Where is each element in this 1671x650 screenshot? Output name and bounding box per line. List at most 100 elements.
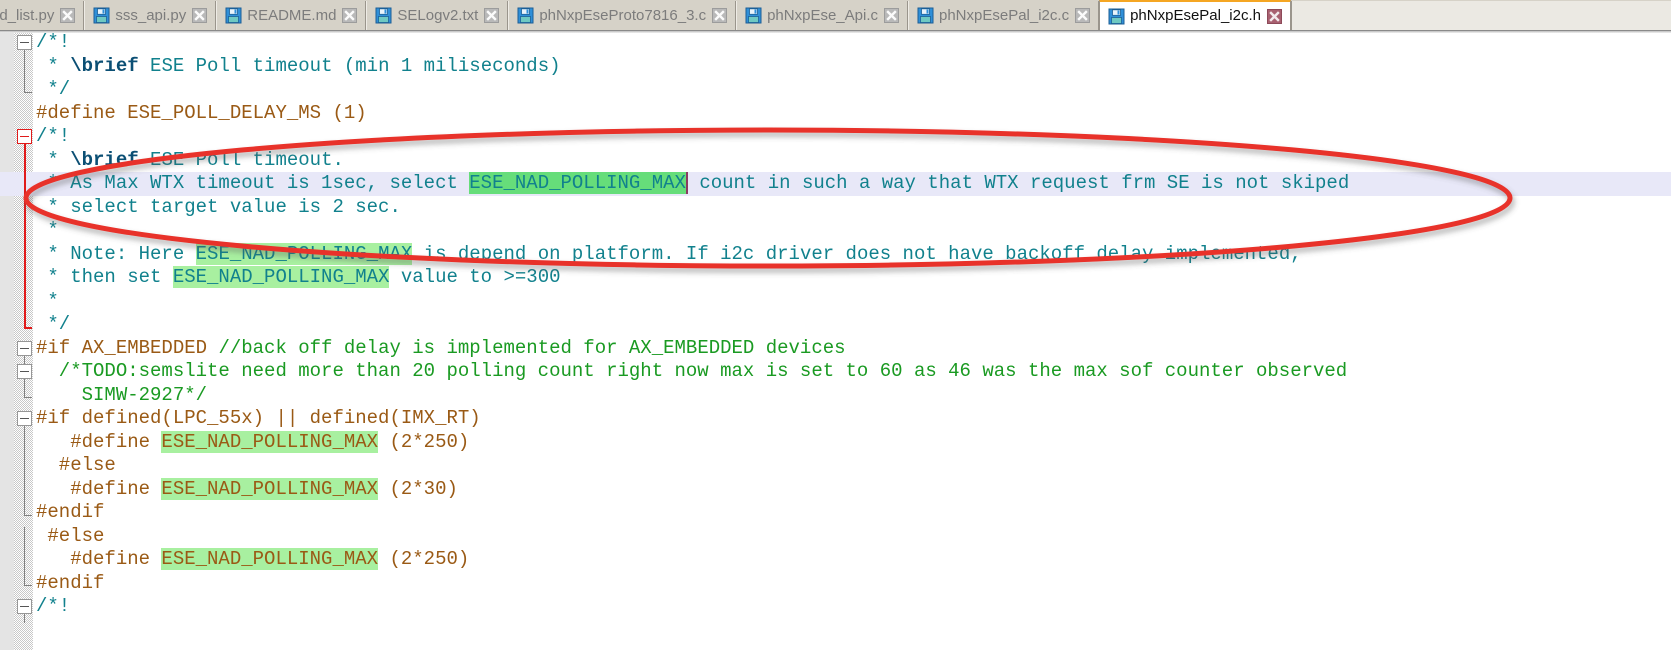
editor-tab-phnxpese-api-c[interactable]: phNxpEse_Api.c — [736, 1, 908, 30]
fold-end-marker — [24, 514, 32, 516]
code-token: #define ESE_POLL_DELAY_MS (1) — [36, 101, 367, 124]
code-line[interactable]: #if AX_EMBEDDED //back off delay is impl… — [33, 337, 1671, 361]
fold-toggle-icon[interactable] — [17, 364, 32, 379]
editor-tab-bar[interactable]: id_list.py sss_api.py README.md SELogv2.txt… — [0, 0, 1671, 31]
fold-guide-line — [24, 56, 25, 80]
code-line[interactable]: #define ESE_NAD_POLLING_MAX (2*250) — [33, 430, 1671, 455]
code-line[interactable]: #define ESE_POLL_DELAY_MS (1) — [33, 102, 1671, 126]
code-token: /*! — [36, 595, 71, 617]
fold-toggle-icon[interactable] — [17, 35, 32, 50]
code-line[interactable]: /*! — [33, 31, 1671, 55]
code-token: #define — [36, 430, 162, 453]
code-line[interactable]: #endif — [33, 572, 1671, 596]
code-token: * — [36, 54, 71, 77]
fold-guide-line — [24, 244, 26, 268]
editor-tab-label: id_list.py — [0, 6, 55, 24]
close-icon[interactable] — [1266, 8, 1283, 25]
close-icon[interactable] — [1074, 7, 1091, 24]
fold-end-marker — [24, 397, 32, 399]
code-token: #define — [36, 477, 162, 500]
close-icon[interactable] — [883, 7, 900, 24]
code-token: \brief — [70, 148, 139, 171]
code-line[interactable]: #else — [33, 525, 1671, 549]
code-token: * Note: Here — [36, 242, 196, 265]
fold-end-marker — [24, 326, 32, 329]
code-line[interactable]: */ — [33, 78, 1671, 102]
fold-toggle-icon[interactable] — [17, 411, 32, 426]
code-editor[interactable]: /*! * \brief ESE Poll timeout (min 1 mil… — [0, 31, 1671, 650]
code-token: ESE Poll timeout (min 1 miliseconds) — [138, 54, 561, 77]
code-line[interactable]: #endif — [33, 501, 1671, 525]
fold-guide-line — [24, 315, 26, 327]
code-token: is depend on platform. If i2c driver doe… — [412, 242, 1302, 265]
code-line[interactable]: #else — [33, 454, 1671, 478]
fold-end-marker — [24, 585, 32, 587]
editor-tab-label: phNxpEsePal_i2c.c — [939, 6, 1070, 24]
code-token: * — [36, 219, 59, 241]
editor-tab-id-list-py[interactable]: id_list.py — [0, 1, 85, 30]
close-icon[interactable] — [191, 7, 208, 24]
code-token: //back off delay is implemented for AX_E… — [218, 336, 846, 359]
highlighted-symbol: ESE_NAD_POLLING_MAX — [161, 548, 379, 570]
fold-guide-line — [24, 150, 26, 174]
code-line[interactable]: #if defined(LPC_55x) || defined(IMX_RT) — [33, 407, 1671, 431]
code-line[interactable]: * then set ESE_NAD_POLLING_MAX value to … — [33, 266, 1671, 290]
fold-guide-line — [24, 456, 25, 480]
editor-tab-label: phNxpEse_Api.c — [767, 6, 878, 24]
code-line[interactable]: * Note: Here ESE_NAD_POLLING_MAX is depe… — [33, 242, 1671, 267]
fold-guide-line — [24, 526, 25, 550]
floppy-disk-icon — [225, 7, 242, 24]
highlighted-symbol: ESE_NAD_POLLING_MAX — [161, 430, 379, 453]
editor-tab-phnxpeseproto7816-3-c[interactable]: phNxpEseProto7816_3.c — [508, 1, 737, 30]
code-line[interactable]: * — [33, 219, 1671, 243]
fold-guide-line — [24, 503, 25, 515]
editor-tab-label: phNxpEsePal_i2c.h — [1130, 7, 1261, 24]
code-line[interactable]: * \brief ESE Poll timeout (min 1 milisec… — [33, 55, 1671, 79]
fold-guide-line — [24, 355, 25, 364]
editor-tab-readme-md[interactable]: README.md — [216, 1, 367, 30]
code-line[interactable]: * \brief ESE Poll timeout. — [33, 149, 1671, 173]
editor-tab-phnxpesepal-i2c-c[interactable]: phNxpEsePal_i2c.c — [908, 1, 1100, 30]
code-line[interactable]: * select target value is 2 sec. — [33, 196, 1671, 220]
code-line[interactable]: #define ESE_NAD_POLLING_MAX (2*250) — [33, 548, 1671, 572]
close-icon[interactable] — [483, 7, 500, 24]
editor-selection-margin[interactable] — [0, 31, 14, 650]
editor-tab-sss-api-py[interactable]: sss_api.py — [84, 1, 217, 30]
floppy-disk-icon — [517, 7, 534, 24]
code-text-area[interactable]: /*! * \brief ESE Poll timeout (min 1 mil… — [0, 31, 1671, 650]
editor-tab-phnxpesepal-i2c-h[interactable]: phNxpEsePal_i2c.h — [1099, 0, 1291, 30]
code-line[interactable]: */ — [33, 313, 1671, 337]
code-line[interactable]: #define ESE_NAD_POLLING_MAX (2*30) — [33, 477, 1671, 502]
close-icon[interactable] — [341, 7, 358, 24]
code-line[interactable]: * — [33, 290, 1671, 314]
code-line[interactable]: /*! — [33, 595, 1671, 619]
code-line[interactable]: SIMW-2927*/ — [33, 384, 1671, 408]
code-token: #if AX_EMBEDDED — [36, 336, 219, 359]
fold-toggle-icon[interactable] — [17, 340, 32, 356]
code-token: \brief — [70, 54, 139, 77]
code-line-current[interactable]: * As Max WTX timeout is 1sec, select ESE… — [0, 172, 1671, 196]
code-token: * As Max WTX timeout is 1sec, select — [36, 172, 470, 194]
code-line[interactable]: /*TODO:semslite need more than 20 pollin… — [33, 360, 1671, 384]
fold-guide-line — [24, 479, 25, 503]
fold-toggle-icon[interactable] — [17, 129, 32, 144]
code-token: #else — [36, 524, 105, 547]
fold-toggle-icon[interactable] — [17, 599, 32, 614]
code-token: /*! — [36, 31, 71, 53]
code-token: (2*250) — [378, 548, 470, 570]
highlighted-symbol: ESE_NAD_POLLING_MAX — [469, 172, 688, 194]
fold-guide-line — [24, 80, 25, 92]
code-token: ESE Poll timeout. — [138, 148, 344, 171]
editor-tab-selogv2-txt[interactable]: SELogv2.txt — [366, 1, 509, 30]
code-token: /*! — [36, 125, 71, 147]
code-token: #else — [36, 454, 116, 476]
code-token: #endif — [36, 501, 105, 523]
close-icon[interactable] — [711, 7, 728, 24]
code-line[interactable]: /*! — [33, 125, 1671, 149]
fold-guide-line — [24, 174, 26, 198]
code-token: count in such a way that WTX request frm… — [687, 172, 1350, 194]
code-token: * select target value is 2 sec. — [36, 195, 401, 218]
close-icon[interactable] — [59, 7, 76, 24]
highlighted-symbol: ESE_NAD_POLLING_MAX — [195, 242, 413, 265]
fold-guide-line — [24, 385, 25, 398]
